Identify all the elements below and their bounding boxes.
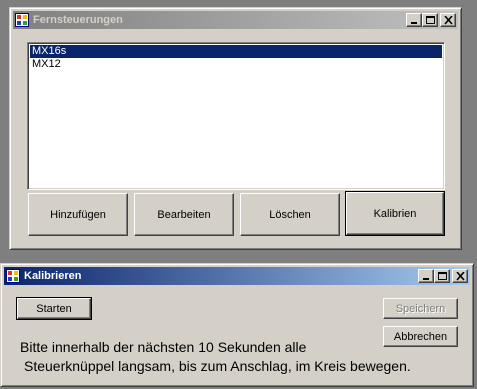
maximize-button[interactable] — [422, 13, 438, 27]
close-button[interactable] — [440, 13, 456, 27]
minimize-button[interactable] — [418, 269, 434, 283]
instruction-line-1: Bitte innerhalb der nächsten 10 Sekunden… — [20, 339, 307, 355]
window-title: Fernsteuerungen — [33, 14, 123, 26]
calibrate-titlebar[interactable]: Kalibrieren — [4, 267, 470, 285]
window-title: Kalibrieren — [24, 270, 82, 282]
remote-control-list[interactable]: MX16s MX12 — [27, 42, 445, 190]
calibrate-button[interactable]: Kalibrien — [345, 191, 445, 236]
save-button[interactable]: Speichern — [383, 298, 458, 319]
start-button[interactable]: Starten — [16, 297, 92, 320]
instruction-line-2: Steuerknüppel langsam, bis zum Anschlag,… — [24, 358, 411, 374]
cancel-button[interactable]: Abbrechen — [383, 326, 458, 347]
edit-button[interactable]: Bearbeiten — [134, 193, 234, 236]
list-item[interactable]: MX16s — [30, 45, 442, 58]
remote-control-window: Fernsteuerungen MX16s MX12 Hinzufügen Be… — [9, 7, 462, 250]
calibrate-window: Kalibrieren Starten Speichern Abbrechen … — [0, 263, 474, 387]
list-item[interactable]: MX12 — [30, 58, 442, 71]
app-icon[interactable] — [6, 269, 20, 283]
app-icon[interactable] — [15, 13, 29, 27]
remote-control-titlebar[interactable]: Fernsteuerungen — [13, 11, 458, 29]
add-button[interactable]: Hinzufügen — [28, 193, 128, 236]
maximize-button[interactable] — [434, 269, 450, 283]
close-button[interactable] — [452, 269, 468, 283]
minimize-button[interactable] — [406, 13, 422, 27]
delete-button[interactable]: Löschen — [240, 193, 340, 236]
